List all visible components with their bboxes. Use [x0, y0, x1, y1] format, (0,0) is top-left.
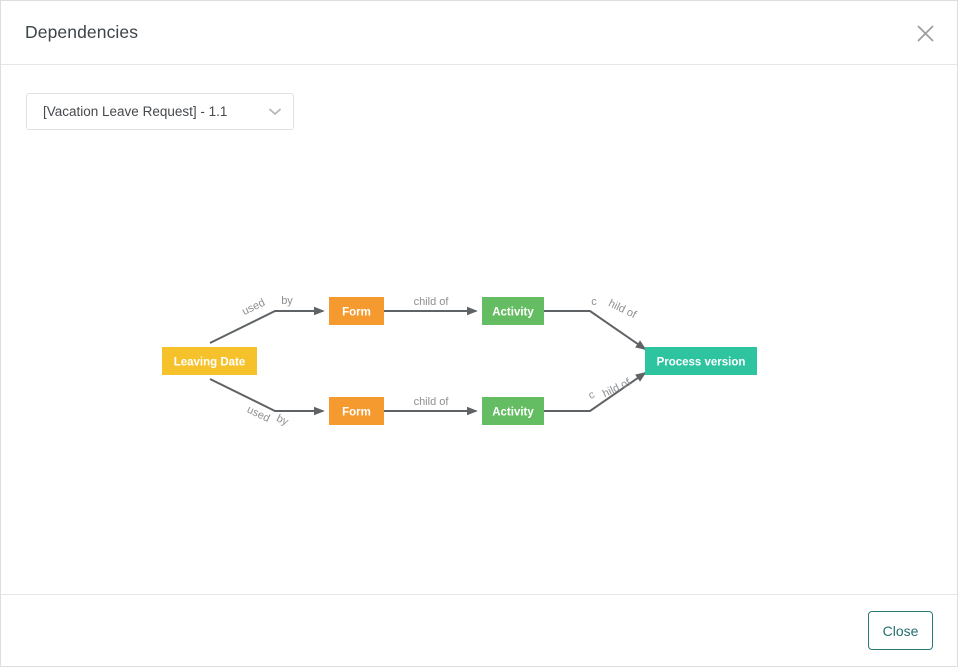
node-form-bottom-label: Form — [342, 407, 371, 419]
edge-label-child-of-top-right-a: c — [591, 296, 597, 308]
page-title: Dependencies — [25, 22, 139, 42]
node-form-top-label: Form — [342, 307, 371, 319]
dialog-header: Dependencies — [1, 1, 957, 65]
dependency-graph: used by used by child of child of c hild… — [162, 295, 757, 428]
node-activity-bottom[interactable]: Activity — [482, 397, 544, 425]
edge-label-used-bottom-b: by — [274, 412, 290, 428]
node-leaving-date[interactable]: Leaving Date — [162, 347, 257, 375]
dependencies-dialog: Dependencies [Vacation Leave Request] - … — [0, 0, 958, 667]
edge-label-child-of-top-mid: child of — [414, 296, 450, 308]
node-process-version-label: Process version — [657, 357, 746, 369]
dialog-footer: Close — [1, 594, 957, 666]
edge-label-child-of-bottom-mid: child of — [414, 396, 450, 408]
edge-label-used-top-a: used — [240, 297, 267, 318]
diagram-toolbar: [Vacation Leave Request] - 1.1 Leaving D… — [1, 65, 957, 187]
node-activity-bottom-label: Activity — [492, 407, 534, 419]
node-form-top[interactable]: Form — [329, 297, 384, 325]
node-activity-top-label: Activity — [492, 307, 534, 319]
edge-activity-bottom-process-version — [544, 372, 647, 412]
chevron-down-icon — [257, 108, 293, 116]
node-activity-top[interactable]: Activity — [482, 297, 544, 325]
close-icon[interactable] — [911, 19, 939, 47]
node-form-bottom[interactable]: Form — [329, 397, 384, 425]
edge-leaving-date-form-bottom — [209, 378, 325, 416]
edge-leaving-date-form-top — [209, 306, 325, 344]
version-select[interactable]: [Vacation Leave Request] - 1.1 — [26, 93, 294, 130]
edge-label-child-of-bottom-right-b: hild of — [601, 376, 633, 400]
version-select-value: [Vacation Leave Request] - 1.1 — [43, 104, 228, 119]
node-process-version[interactable]: Process version — [645, 347, 757, 375]
node-leaving-date-label: Leaving Date — [174, 357, 246, 369]
edge-label-child-of-top-right-b: hild of — [606, 297, 638, 321]
close-button[interactable]: Close — [868, 611, 933, 650]
edge-label-used-top-b: by — [281, 295, 293, 307]
dependency-graph-canvas[interactable]: used by used by child of child of c hild… — [1, 140, 957, 596]
edge-label-child-of-bottom-right-a: c — [587, 388, 598, 401]
